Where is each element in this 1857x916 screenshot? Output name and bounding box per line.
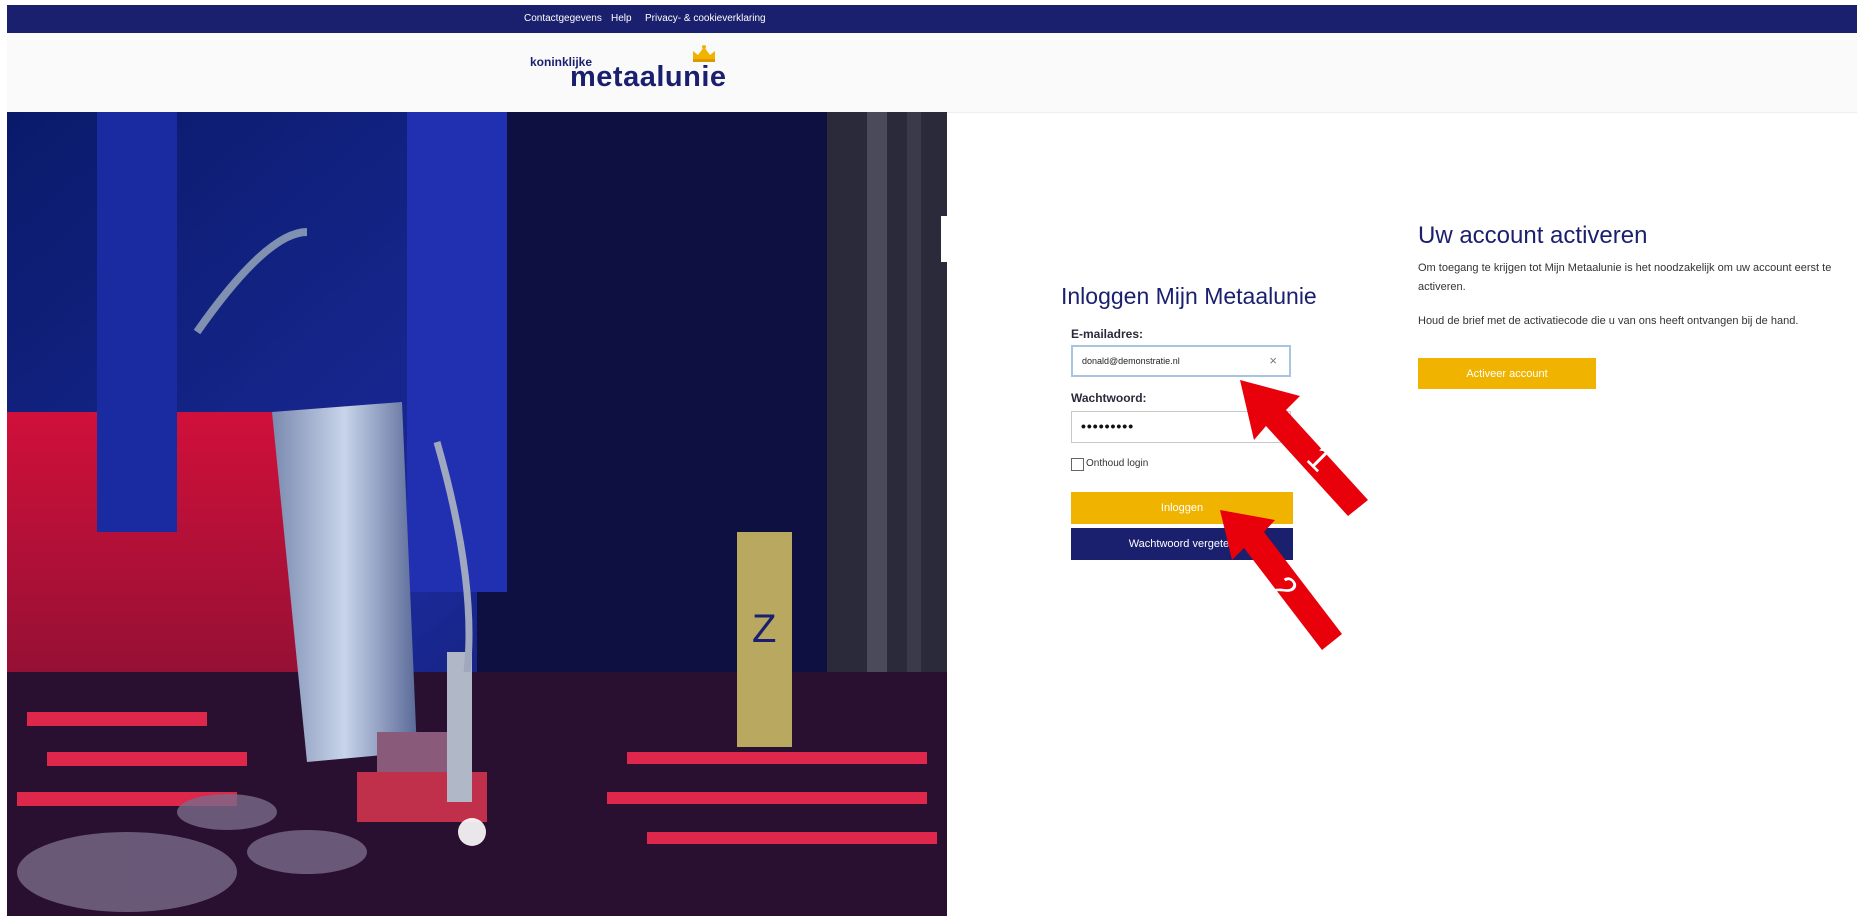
arrow-1-icon: 1 — [1240, 380, 1368, 516]
activation-title: Uw account activeren — [1418, 222, 1648, 249]
topbar-link-help[interactable]: Help — [611, 13, 632, 24]
top-nav-bar: Contactgegevens Help Privacy- & cookieve… — [7, 5, 1857, 33]
activation-text: Om toegang te krijgen tot Mijn Metaaluni… — [1418, 262, 1832, 293]
metaalunie-logo[interactable]: koninklijke metaalunie — [522, 45, 726, 101]
remember-checkbox[interactable] — [1071, 458, 1084, 471]
email-label: E-mailadres: — [1071, 327, 1144, 341]
laser-machine-photo: Z — [7, 112, 947, 916]
arrow-2-icon: 2 — [1220, 510, 1342, 650]
email-value: donald@demonstratie.nl — [1082, 356, 1180, 366]
topbar-link-privacy[interactable]: Privacy- & cookieverklaring — [645, 13, 766, 24]
activation-text-2: Houd de brief met de activatiecode die u… — [1418, 315, 1799, 327]
activate-account-button[interactable]: Activeer account — [1418, 358, 1596, 389]
svg-text:Z: Z — [752, 607, 776, 651]
password-label: Wachtwoord: — [1071, 391, 1147, 405]
page-divider — [941, 216, 949, 262]
annotation-arrows: 1 2 — [1220, 380, 1368, 650]
login-title: Inloggen Mijn Metaalunie — [1061, 283, 1317, 309]
logo-big-text: metaalunie — [570, 61, 727, 93]
password-value: ••••••••• — [1081, 418, 1135, 434]
hero-image: Z — [7, 112, 947, 916]
site-header: koninklijke metaalunie — [7, 33, 1857, 113]
remember-label[interactable]: Onthoud login — [1086, 458, 1148, 469]
page-edge — [0, 0, 7, 916]
topbar-link-contact[interactable]: Contactgegevens — [524, 13, 602, 24]
crown-icon — [693, 45, 715, 62]
